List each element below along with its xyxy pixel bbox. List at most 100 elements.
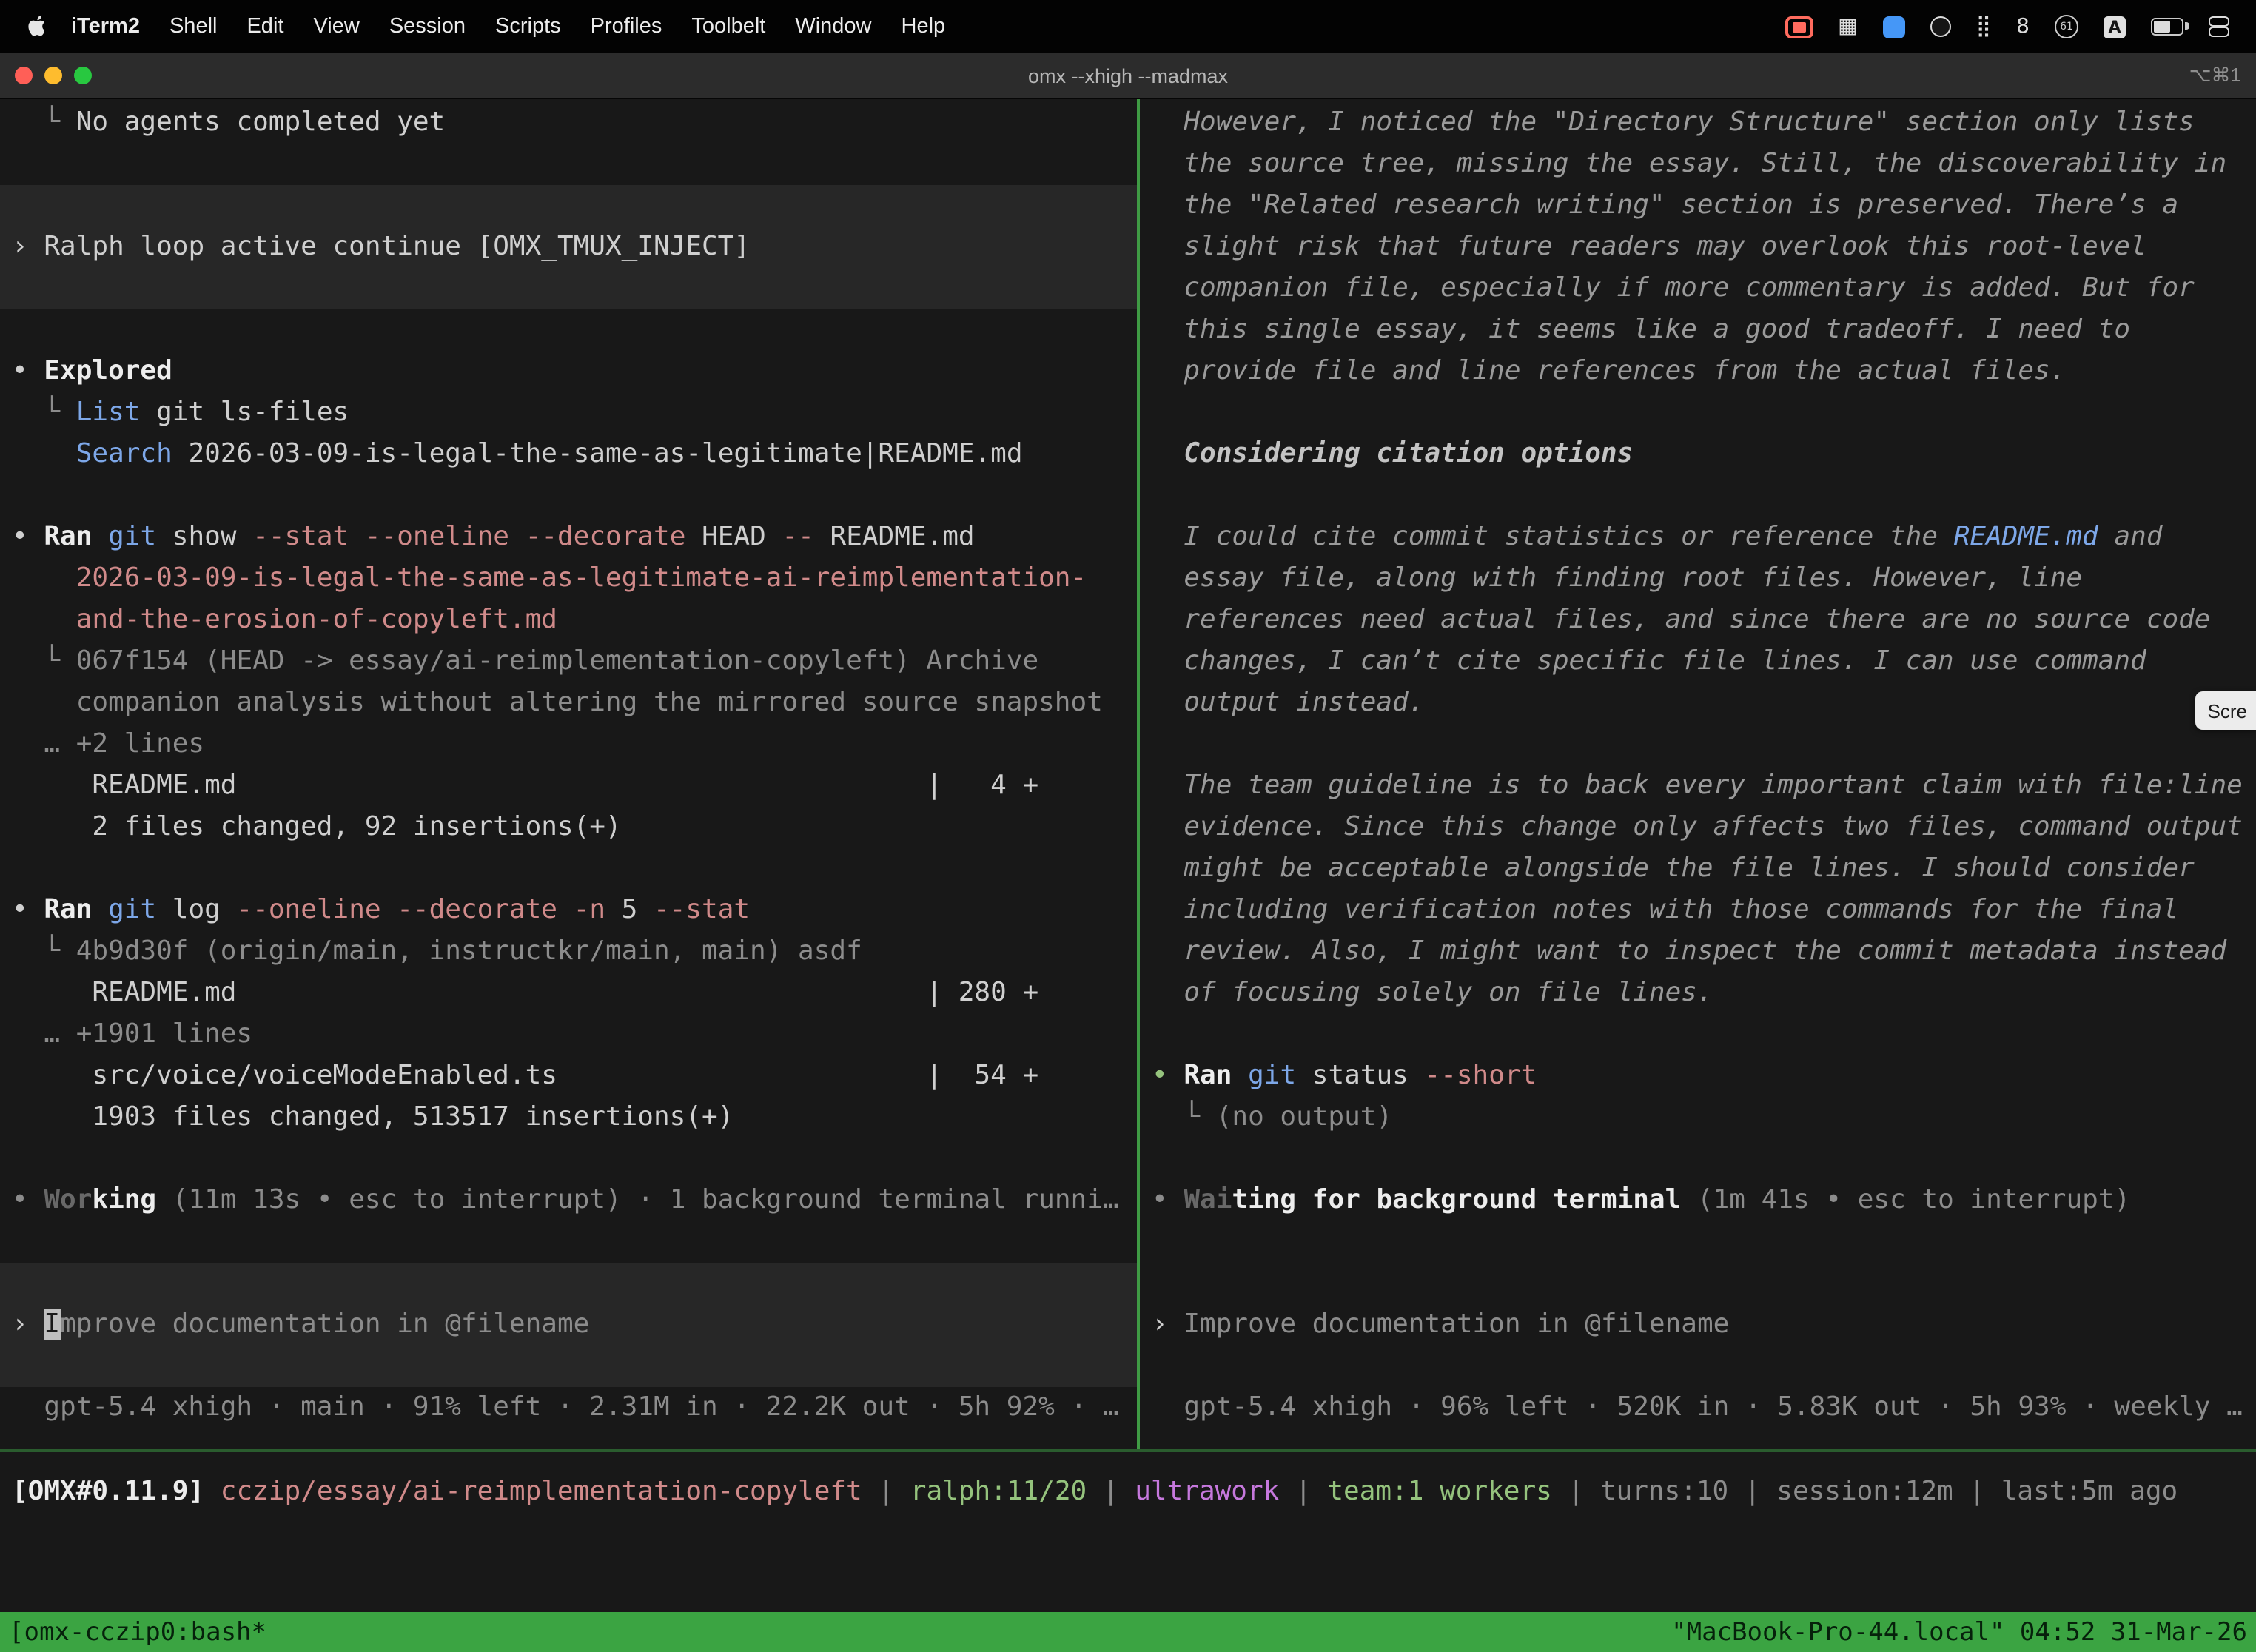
menu-iterm2[interactable]: iTerm2	[56, 15, 155, 38]
apple-menu-icon[interactable]	[15, 15, 53, 38]
terminal-row	[0, 268, 1137, 309]
terminal-row	[1140, 1221, 2256, 1263]
terminal-row: • Ran git show --stat --oneline --decora…	[0, 517, 1137, 558]
terminal-row: • Explored	[0, 351, 1137, 392]
menu-scripts[interactable]: Scripts	[480, 15, 576, 38]
omx-status-line: [OMX#0.11.9] cczip/essay/ai-reimplementa…	[0, 1471, 2256, 1513]
terminal-row: 2 files changed, 92 insertions(+)	[0, 807, 1137, 848]
terminal-row: might be acceptable alongside the file l…	[1140, 848, 2256, 890]
menu-edit[interactable]: Edit	[232, 15, 298, 38]
menu-view[interactable]: View	[298, 15, 374, 38]
terminal-row: src/voice/voiceModeEnabled.ts | 54 +	[0, 1055, 1137, 1097]
zoom-button[interactable]	[74, 67, 92, 84]
terminal-row: gpt-5.4 xhigh · main · 91% left · 2.31M …	[0, 1387, 1137, 1428]
traffic-lights	[0, 67, 92, 84]
terminal-row: └ No agents completed yet	[0, 102, 1137, 144]
tmux-host-clock: "MacBook-Pro-44.local" 04:52 31-Mar-26	[1671, 1617, 2247, 1647]
title-bar[interactable]: omx --xhigh --madmax ⌥⌘1	[0, 53, 2256, 99]
terminal-row: … +2 lines	[0, 724, 1137, 765]
menu-session[interactable]: Session	[375, 15, 480, 38]
terminal-row	[0, 475, 1137, 517]
terminal-row: evidence. Since this change only affects…	[1140, 807, 2256, 848]
terminal-row: └ 4b9d30f (origin/main, instructkr/main,…	[0, 931, 1137, 973]
terminal-row: essay file, along with finding root file…	[1140, 558, 2256, 600]
terminal-row: review. Also, I might want to inspect th…	[1140, 931, 2256, 973]
ralph-inject-row: › Ralph loop active continue [OMX_TMUX_I…	[0, 226, 1137, 268]
terminal-row	[0, 1221, 1137, 1263]
close-button[interactable]	[15, 67, 33, 84]
terminal-row: • Ran git log --oneline --decorate -n 5 …	[0, 890, 1137, 931]
menu-profiles[interactable]: Profiles	[576, 15, 677, 38]
terminal-row	[0, 144, 1137, 185]
menu-shell[interactable]: Shell	[155, 15, 232, 38]
terminal-row	[1140, 724, 2256, 765]
menu-bar: iTerm2ShellEditViewSessionScriptsProfile…	[0, 0, 2256, 53]
terminal-row: However, I noticed the "Directory Struct…	[1140, 102, 2256, 144]
minimize-button[interactable]	[44, 67, 62, 84]
right-pane[interactable]: However, I noticed the "Directory Struct…	[1140, 99, 2256, 1449]
terminal-row: and-the-erosion-of-copyleft.md	[0, 600, 1137, 641]
terminal-row: provide file and line references from th…	[1140, 351, 2256, 392]
menu-items: iTerm2ShellEditViewSessionScriptsProfile…	[56, 15, 960, 38]
terminal-row	[0, 1263, 1137, 1304]
terminal-row	[0, 1138, 1137, 1180]
terminal-row: this single essay, it seems like a good …	[1140, 309, 2256, 351]
terminal-row: gpt-5.4 xhigh · 96% left · 520K in · 5.8…	[1140, 1387, 2256, 1428]
terminal-row: └ List git ls-files	[0, 392, 1137, 434]
terminal-row: 2026-03-09-is-legal-the-same-as-legitima…	[0, 558, 1137, 600]
control-center-icon[interactable]	[2209, 16, 2229, 37]
terminal-row: └ (no output)	[1140, 1097, 2256, 1138]
bento-grid-icon[interactable]: ▦	[1838, 0, 1857, 53]
tmux-panes: └ No agents completed yet › Ralph loop ac…	[0, 99, 2256, 1449]
terminal-row	[0, 848, 1137, 890]
screen-overlay-tooltip[interactable]: Scre	[2196, 691, 2256, 730]
blue-app-icon[interactable]	[1883, 16, 1905, 38]
terminal-row: Considering citation options	[1140, 434, 2256, 475]
dots-grid-icon[interactable]: ⣿	[1976, 0, 1992, 53]
terminal-row: 1903 files changed, 513517 insertions(+)	[0, 1097, 1137, 1138]
input-source-icon[interactable]: A	[2104, 16, 2126, 38]
terminal-row: … +1901 lines	[0, 1014, 1137, 1055]
prompt-input-right[interactable]: › Improve documentation in @filename	[1140, 1304, 2256, 1346]
terminal-row	[1140, 1138, 2256, 1180]
terminal-row	[1140, 475, 2256, 517]
window-title: omx --xhigh --madmax	[0, 64, 2256, 87]
terminal[interactable]: └ No agents completed yet › Ralph loop ac…	[0, 99, 2256, 1652]
tmux-window-shortcut: ⌥⌘1	[2189, 64, 2256, 87]
terminal-row: references need actual files, and since …	[1140, 600, 2256, 641]
keycast-icon[interactable]: 8	[2016, 0, 2030, 53]
menu-toolbelt[interactable]: Toolbelt	[677, 15, 780, 38]
terminal-row: Search 2026-03-09-is-legal-the-same-as-l…	[0, 434, 1137, 475]
terminal-row: output instead.	[1140, 682, 2256, 724]
dark-app-icon[interactable]	[1930, 16, 1951, 37]
terminal-row	[0, 1346, 1137, 1387]
terminal-row: └ 067f154 (HEAD -> essay/ai-reimplementa…	[0, 641, 1137, 682]
horizontal-separator	[0, 1449, 2256, 1452]
tmux-status-bar: [omx-cczip0:bash* "MacBook-Pro-44.local"…	[0, 1612, 2256, 1652]
screen: iTerm2ShellEditViewSessionScriptsProfile…	[0, 0, 2256, 1652]
battery-icon[interactable]	[2151, 18, 2183, 36]
gauge-61-icon[interactable]: 61	[2055, 15, 2078, 38]
screen-recording-icon[interactable]	[1785, 16, 1813, 38]
menu-help[interactable]: Help	[887, 15, 961, 38]
terminal-row: • Ran git status --short	[1140, 1055, 2256, 1097]
terminal-row	[1140, 1346, 2256, 1387]
terminal-row: • Working (11m 13s • esc to interrupt) ·…	[0, 1180, 1137, 1221]
terminal-row: I could cite commit statistics or refere…	[1140, 517, 2256, 558]
terminal-row: README.md | 4 +	[0, 765, 1137, 807]
menu-status-icons: ▦ ⣿ 8 61 A	[1785, 0, 2241, 53]
terminal-row	[1140, 1263, 2256, 1304]
terminal-row: the source tree, missing the essay. Stil…	[1140, 144, 2256, 185]
terminal-row: The team guideline is to back every impo…	[1140, 765, 2256, 807]
menu-window[interactable]: Window	[780, 15, 886, 38]
prompt-input-left[interactable]: › Improve documentation in @filename	[0, 1304, 1137, 1346]
terminal-row	[1140, 1014, 2256, 1055]
terminal-row	[1140, 392, 2256, 434]
terminal-row: changes, I can’t cite specific file line…	[1140, 641, 2256, 682]
terminal-row	[0, 185, 1137, 226]
terminal-row: companion analysis without altering the …	[0, 682, 1137, 724]
tmux-session-window[interactable]: [omx-cczip0:bash*	[9, 1617, 266, 1647]
terminal-row: companion file, especially if more comme…	[1140, 268, 2256, 309]
left-pane[interactable]: └ No agents completed yet › Ralph loop ac…	[0, 99, 1137, 1449]
terminal-row: including verification notes with those …	[1140, 890, 2256, 931]
